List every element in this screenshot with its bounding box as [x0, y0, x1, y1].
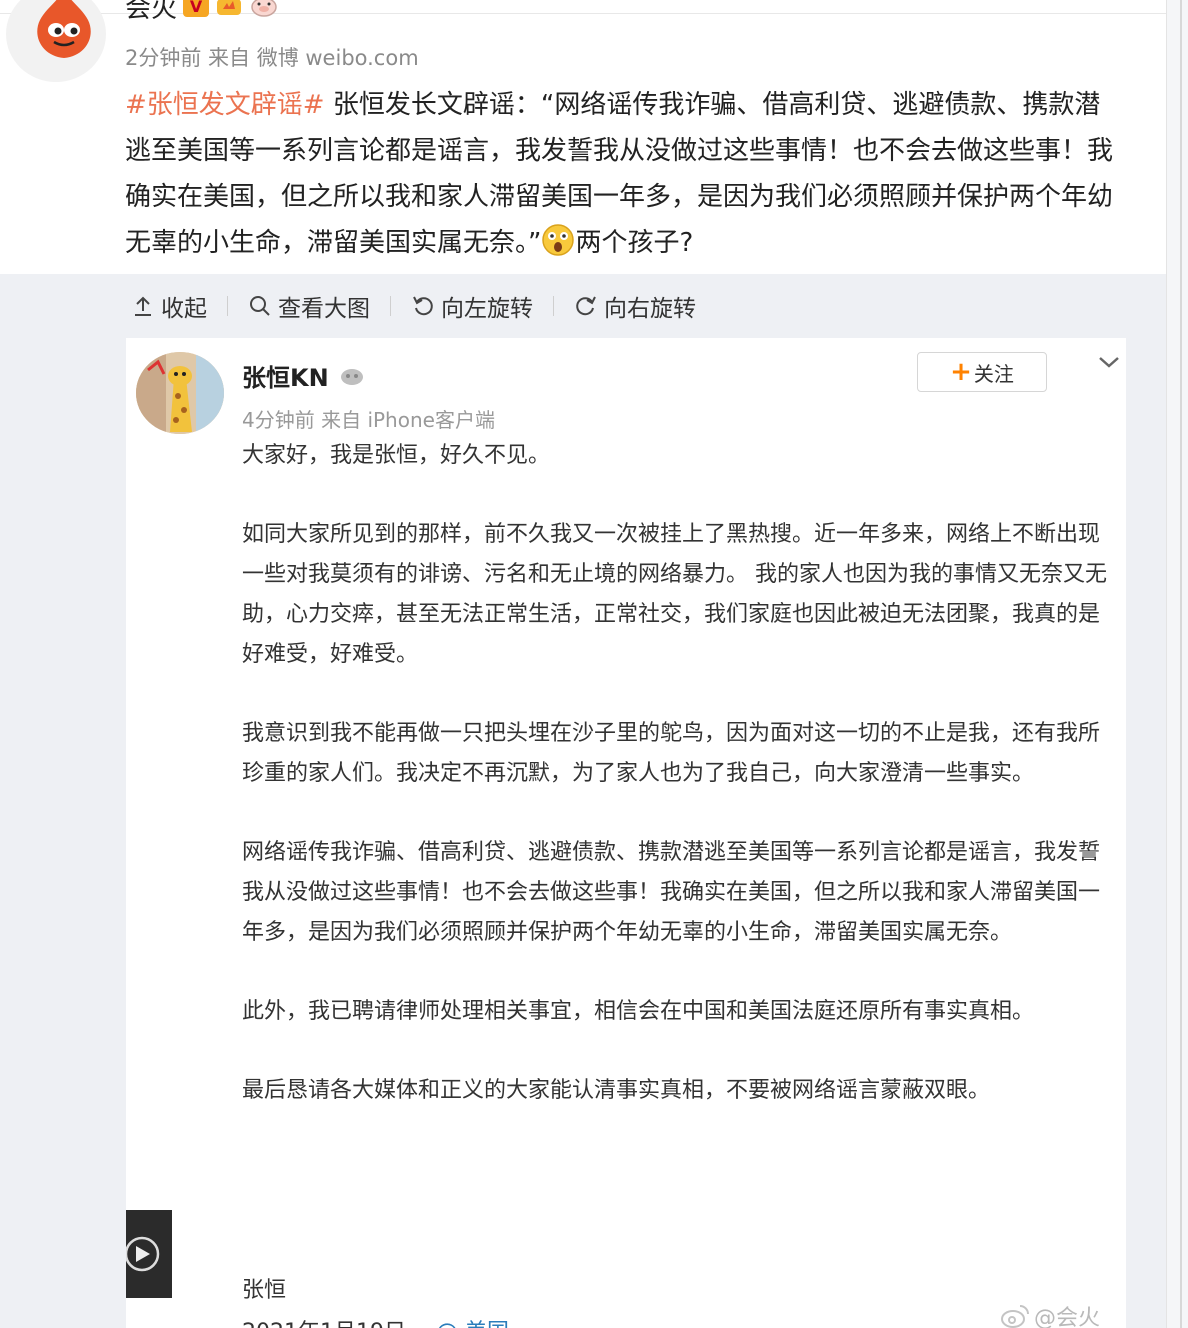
post-text: #张恒发文辟谣# 张恒发长文辟谣：“网络谣传我诈骗、借高利贷、逃避债款、携款潜逃… [125, 82, 1115, 266]
verified-badge: V [183, 0, 210, 17]
hand-badge-icon [217, 0, 242, 15]
rotate-left-icon [413, 296, 433, 316]
play-icon [126, 1236, 160, 1272]
inner-author-name: 张恒KN [242, 364, 329, 392]
signature: 张恒 [242, 1278, 287, 1303]
author-name[interactable]: 会火 [125, 0, 177, 25]
toolbar-divider [553, 296, 554, 316]
rotate-right-icon [576, 296, 596, 316]
weibo-logo-icon [1001, 1305, 1029, 1328]
paragraph: 此外，我已聘请律师处理相关事宜，相信会在中国和美国法庭还原所有事实真相。 [242, 999, 1035, 1024]
weibo-page: 会火 V 2分钟前 来自 微博 weibo.com #张恒发文辟谣# 张恒发长文… [0, 0, 1188, 1328]
author-row: 会火 V [125, 0, 279, 25]
paragraph: 最后恳请各大媒体和正义的大家能认清事实真相，不要被网络谣言蒙蔽双眼。 [242, 1078, 991, 1103]
scrollbar-thumb[interactable] [1180, 0, 1182, 1328]
post-image[interactable]: 张恒KN 4分钟前 来自 iPhone客户端 + 关注 大家好，我是张恒，好久不… [126, 338, 1126, 1328]
view-large-button[interactable]: 查看大图 [242, 289, 376, 323]
collapse-label: 收起 [161, 296, 207, 322]
rotate-right-button[interactable]: 向右旋转 [568, 289, 702, 323]
plus-icon: + [950, 357, 972, 387]
collapse-up-icon [135, 296, 151, 316]
follow-button: + 关注 [917, 352, 1047, 392]
inner-avatar [136, 352, 224, 434]
inner-post-meta: 4分钟前 来自 iPhone客户端 [242, 408, 495, 432]
watermark: @会火 [1000, 1300, 1100, 1328]
shocked-emoji-icon [542, 224, 575, 256]
toolbar-divider [390, 296, 391, 316]
post-card: 会火 V 2分钟前 来自 微博 weibo.com #张恒发文辟谣# 张恒发长文… [0, 0, 1166, 274]
topic-link[interactable]: #张恒发文辟谣# [125, 90, 325, 120]
post-text-tail: 两个孩子? [575, 228, 694, 258]
image-toolbar: 收起 查看大图 向左旋转 向右旋转 [125, 286, 702, 326]
location-tag: @ 美国 [436, 1314, 509, 1328]
inner-post-body: 大家好，我是张恒，好久不见。 如同大家所见到的那样，前不久我又一次被挂上了黑热搜… [242, 436, 1112, 1150]
giraffe-avatar-icon [136, 352, 224, 434]
fire-avatar-icon [37, 0, 91, 58]
paragraph: 如同大家所见到的那样，前不久我又一次被挂上了黑热搜。近一年多来，网络上不断出现一… [242, 522, 1107, 667]
paragraph: 网络谣传我诈骗、借高利贷、逃避债款、携款潜逃至美国等一系列言论都是谣言，我发誓我… [242, 840, 1101, 945]
collapse-button[interactable]: 收起 [125, 289, 213, 323]
view-large-label: 查看大图 [278, 296, 370, 322]
rotate-left-label: 向左旋转 [441, 296, 533, 322]
avatar[interactable] [6, 0, 106, 82]
post-meta: 2分钟前 来自 微博 weibo.com [125, 46, 419, 70]
member-icon [340, 368, 363, 385]
rotate-right-label: 向右旋转 [604, 296, 696, 322]
paragraph: 大家好，我是张恒，好久不见。 [242, 443, 551, 468]
rotate-left-button[interactable]: 向左旋转 [405, 289, 539, 323]
letter-date: 2021年1月19日 [242, 1314, 406, 1328]
paragraph: 我意识到我不能再做一只把头埋在沙子里的鸵鸟，因为面对这一切的不止是我，还有我所珍… [242, 721, 1101, 786]
scrollbar[interactable] [1166, 0, 1188, 1328]
video-thumbnail[interactable] [126, 1210, 172, 1298]
search-icon [250, 296, 270, 316]
toolbar-divider [227, 296, 228, 316]
inner-name-row: 张恒KN [242, 358, 365, 393]
chevron-down-icon [1099, 357, 1119, 368]
watermark-text: @会火 [1034, 1306, 1101, 1328]
follow-label: 关注 [973, 361, 1014, 386]
pig-badge-icon [251, 0, 277, 17]
